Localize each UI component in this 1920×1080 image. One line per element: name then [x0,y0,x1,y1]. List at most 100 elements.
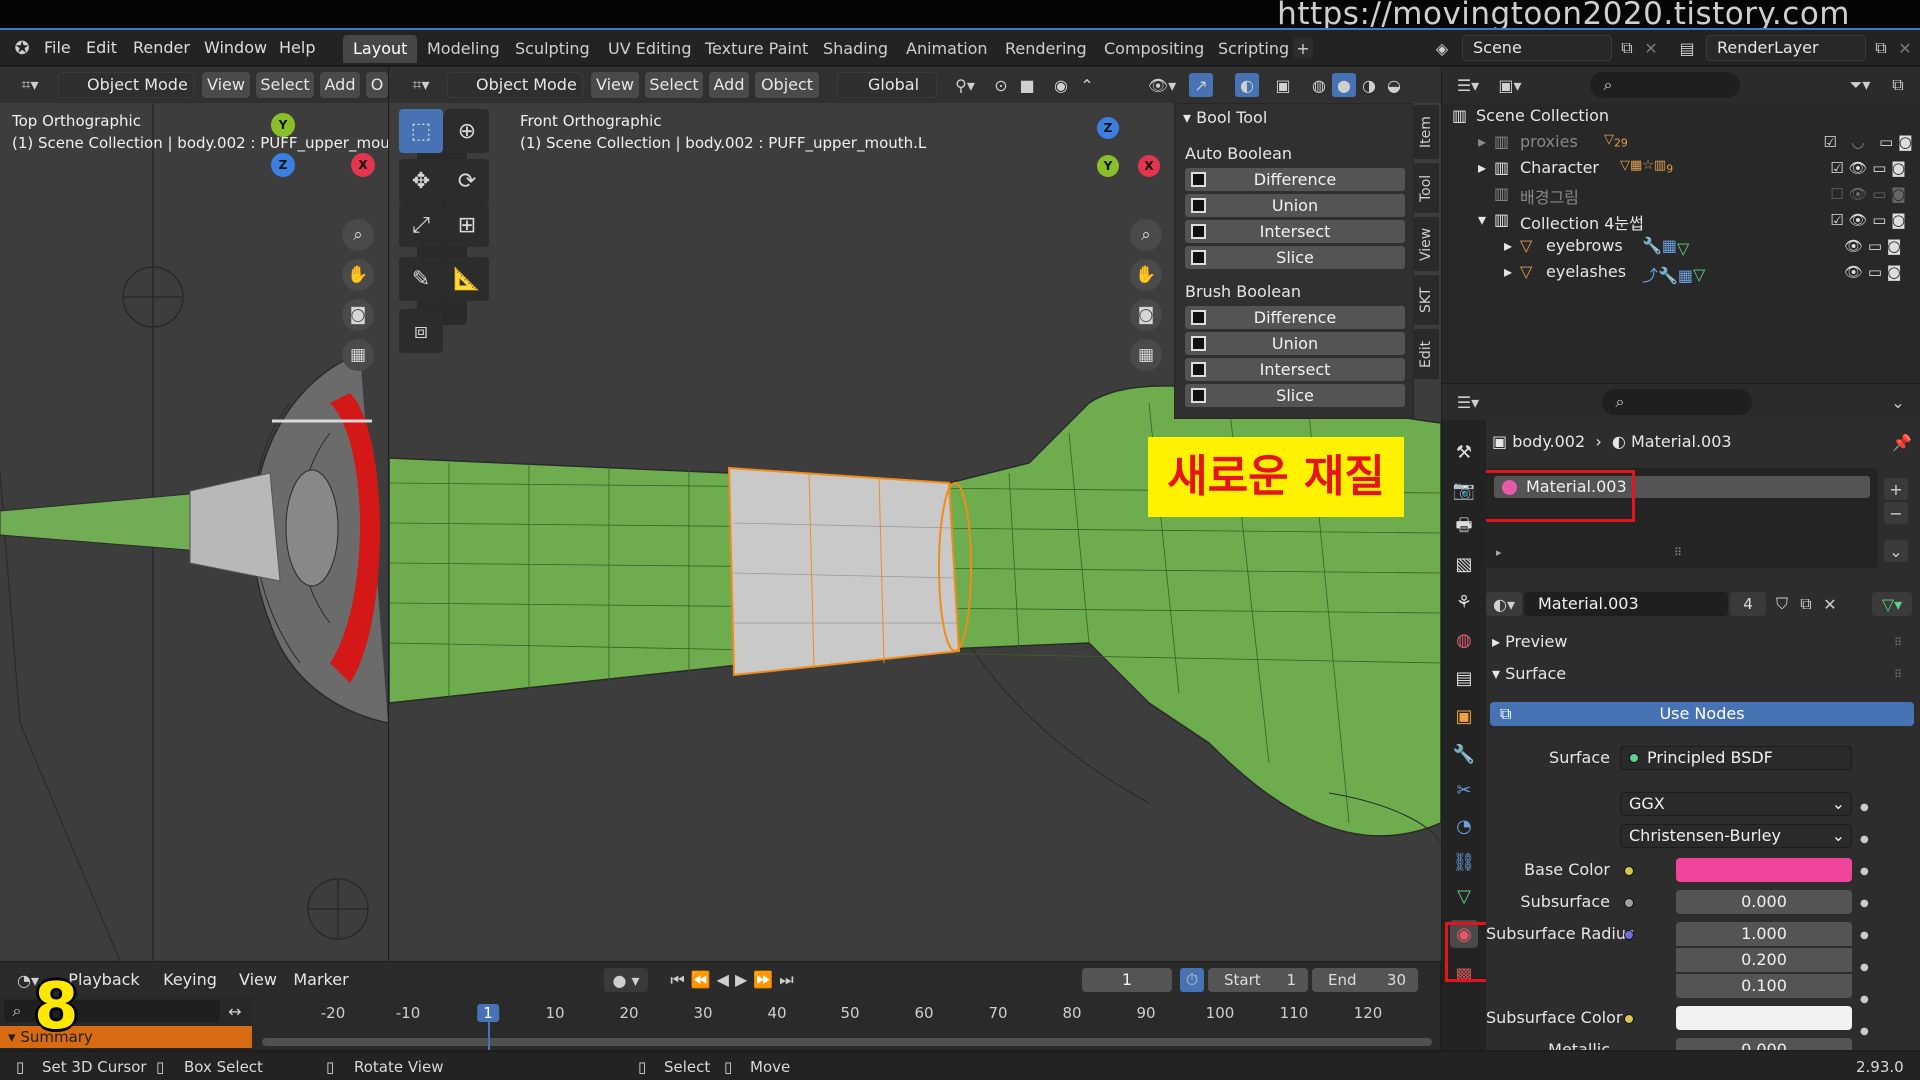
restrict-row[interactable]: ☑ ◡ ▭ ◙ [1816,133,1920,151]
browse-material-icon[interactable]: ◐▾ [1486,592,1522,616]
resize-grip-icon[interactable]: ⠿ [1674,546,1682,559]
sidebar-tab-tool[interactable]: Tool [1413,163,1439,213]
list-item[interactable]: ▥ 배경그림 [1442,181,1830,207]
restrict-row[interactable]: 👁 ▭ ◙ [1816,263,1920,281]
list-item[interactable]: ▾ ▥ Collection 4눈썹 [1442,207,1830,233]
brush-difference-button[interactable]: Difference [1185,306,1405,329]
tool-tab-icon[interactable]: ⚒ [1450,438,1478,466]
visibility-icon[interactable]: 👁▾ [1145,73,1179,97]
view-layer-tab-icon[interactable]: ▧ [1450,550,1478,578]
render-layer-field[interactable]: RenderLayer [1706,35,1866,61]
left-gizmo-z[interactable]: Z [271,153,295,177]
new-layer-icon[interactable]: ⧉ [1870,36,1892,60]
proportional-edit-icon[interactable]: ◉ [1049,73,1073,97]
physics-tab-icon[interactable]: ◔ [1450,812,1478,840]
options-chevron-icon[interactable]: ⌄ [1886,390,1910,414]
tab-modeling[interactable]: Modeling [417,35,510,63]
metallic-field[interactable]: 0.000 [1676,1038,1852,1050]
main-zoom-icon[interactable]: ⌕ [1130,219,1162,251]
snap-target-icon[interactable]: ■ [1015,73,1039,97]
scale-tool-icon[interactable]: ⤢ [399,203,443,247]
object-tab-icon[interactable]: ▣ [1450,702,1478,730]
radius-z-field[interactable]: 0.100 [1676,974,1852,998]
restrict-row[interactable]: ☑ 👁 ▭ ◙ [1816,159,1920,177]
solid-shading-icon[interactable]: ● [1332,73,1356,97]
restrict-row[interactable]: ☐ 👁 ▭ ◙ [1816,185,1920,203]
left-view-menu[interactable]: View [202,72,250,98]
subsurface-field[interactable]: 0.000 [1676,890,1852,914]
add-slot-icon[interactable]: + [1884,478,1908,500]
outliner-type-icon[interactable]: ☰▾ [1450,73,1486,97]
scene-tab-icon[interactable]: ⚘ [1450,588,1478,616]
main-mode-dropdown[interactable]: Object Mode [447,72,583,98]
timeline-scrollbar[interactable] [262,1038,1432,1046]
base-color-swatch[interactable] [1676,858,1852,882]
rendered-shading-icon[interactable]: ◒ [1382,73,1406,97]
main-view-menu[interactable]: View [591,72,639,98]
drag-grip-icon[interactable]: ⠿ [1894,668,1902,681]
duplicate-icon[interactable]: ⧉ [1794,592,1818,616]
camera-icon[interactable]: ◙ [342,299,374,331]
expand-arrow-icon[interactable]: ▸ [1496,546,1502,559]
main-select-menu[interactable]: Select [645,72,703,98]
color-socket-icon[interactable] [1624,866,1634,876]
tab-scripting[interactable]: Scripting [1208,35,1299,63]
main-viewport[interactable]: Front Orthographic (1) Scene Collection … [389,103,1441,961]
main-gizmo-x[interactable]: X [1138,155,1160,177]
list-item[interactable]: ▸ ▽ eyebrows 🔧▦ ▽ [1442,233,1830,259]
menu-help[interactable]: Help [279,38,315,57]
list-item[interactable]: ▥ Scene Collection [1442,103,1830,129]
snap-icon[interactable]: ⊙ [989,73,1013,97]
measure-tool-icon[interactable]: 📐 [445,257,489,301]
auto-union-button[interactable]: Union [1185,194,1405,217]
end-frame-field[interactable]: End 30 [1312,968,1418,992]
current-frame-field[interactable]: 1 [1082,968,1172,992]
scene-name-field[interactable]: Scene [1462,35,1612,61]
world-tab-icon[interactable]: ◍ [1450,626,1478,654]
annotate-tool-icon[interactable]: ✎ [399,257,443,301]
fake-user-icon[interactable]: ⛉ [1770,592,1794,616]
left-add-menu[interactable]: Add [320,72,360,98]
material-shading-icon[interactable]: ◑ [1357,73,1381,97]
remove-slot-icon[interactable]: − [1884,502,1908,524]
link-dropdown-icon[interactable]: ▽▾ [1872,592,1912,616]
rotate-tool-icon[interactable]: ⟳ [445,159,489,203]
cursor-tool-icon[interactable]: ⊕ [445,109,489,153]
subsurface-color-swatch[interactable] [1676,1006,1852,1030]
falloff-icon[interactable]: ⌃ [1075,73,1099,97]
keying-menu[interactable]: Keying [152,967,228,993]
main-gizmo-y[interactable]: Y [1097,155,1119,177]
radius-y-field[interactable]: 0.200 [1676,948,1852,972]
menu-edit[interactable]: Edit [86,38,117,57]
tab-layout[interactable]: Layout [343,35,418,63]
brush-slice-button[interactable]: Slice [1185,384,1405,407]
surface-section[interactable]: ▾ Surface [1492,664,1566,683]
zoom-icon[interactable]: ⌕ [342,219,374,251]
sidebar-tab-item[interactable]: Item [1413,105,1439,159]
modifier-tab-icon[interactable]: 🔧 [1450,740,1478,768]
grid-icon[interactable]: ▦ [342,339,374,371]
left-mode-dropdown[interactable]: Object Mode [58,72,194,98]
tab-texture-paint[interactable]: Texture Paint [695,35,818,63]
xray-icon[interactable]: ▣ [1271,73,1295,97]
auto-difference-button[interactable]: Difference [1185,168,1405,191]
main-pan-hand-icon[interactable]: ✋ [1130,259,1162,291]
filter-icon[interactable]: ⏷▾ [1842,73,1878,97]
list-item[interactable]: ▸ ▽ eyelashes ⤴🔧▦ ▽ [1442,259,1830,285]
left-viewport[interactable]: Top Orthographic (1) Scene Collection | … [0,103,388,961]
tab-shading[interactable]: Shading [813,35,898,63]
main-camera-icon[interactable]: ◙ [1130,299,1162,331]
playback-controls-icon[interactable]: ⏮⏪◀▶⏩⏭ [660,968,810,992]
swap-icon[interactable]: ↔ [222,1000,248,1022]
overlay-toggle-icon[interactable]: ◐ [1235,73,1259,97]
color-socket-icon[interactable] [1624,1014,1634,1024]
sidebar-tab-edit[interactable]: Edit [1413,329,1439,379]
output-tab-icon[interactable]: 🖶 [1450,514,1478,542]
preview-section[interactable]: ▸ Preview [1492,632,1567,651]
use-nodes-button[interactable]: ⧉ Use Nodes [1490,702,1914,726]
drag-grip-icon[interactable]: ⠿ [1894,636,1902,649]
tab-compositing[interactable]: Compositing [1094,35,1214,63]
add-workspace-icon[interactable]: + [1293,38,1313,58]
auto-intersect-button[interactable]: Intersect [1185,220,1405,243]
view-menu[interactable]: View [234,967,282,993]
